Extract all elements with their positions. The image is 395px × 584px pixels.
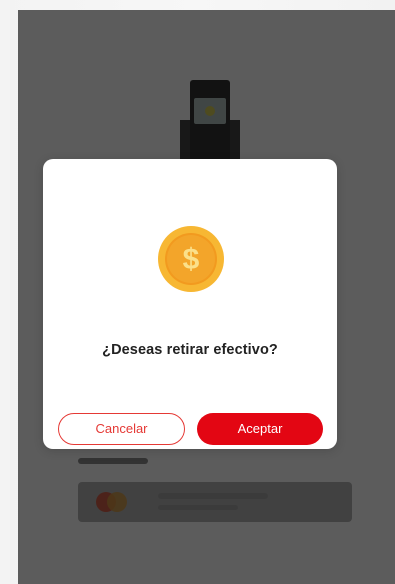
svg-text:$: $ [183, 243, 200, 276]
accept-button[interactable]: Aceptar [197, 413, 323, 445]
cancel-button[interactable]: Cancelar [58, 413, 185, 445]
withdraw-cash-dialog: $ ¿Deseas retirar efectivo? Cancelar Ace… [43, 159, 337, 449]
dollar-coin-icon: $ [158, 226, 224, 292]
screen-frame: $ ¿Deseas retirar efectivo? Cancelar Ace… [0, 0, 395, 584]
dialog-question: ¿Deseas retirar efectivo? [102, 342, 278, 358]
